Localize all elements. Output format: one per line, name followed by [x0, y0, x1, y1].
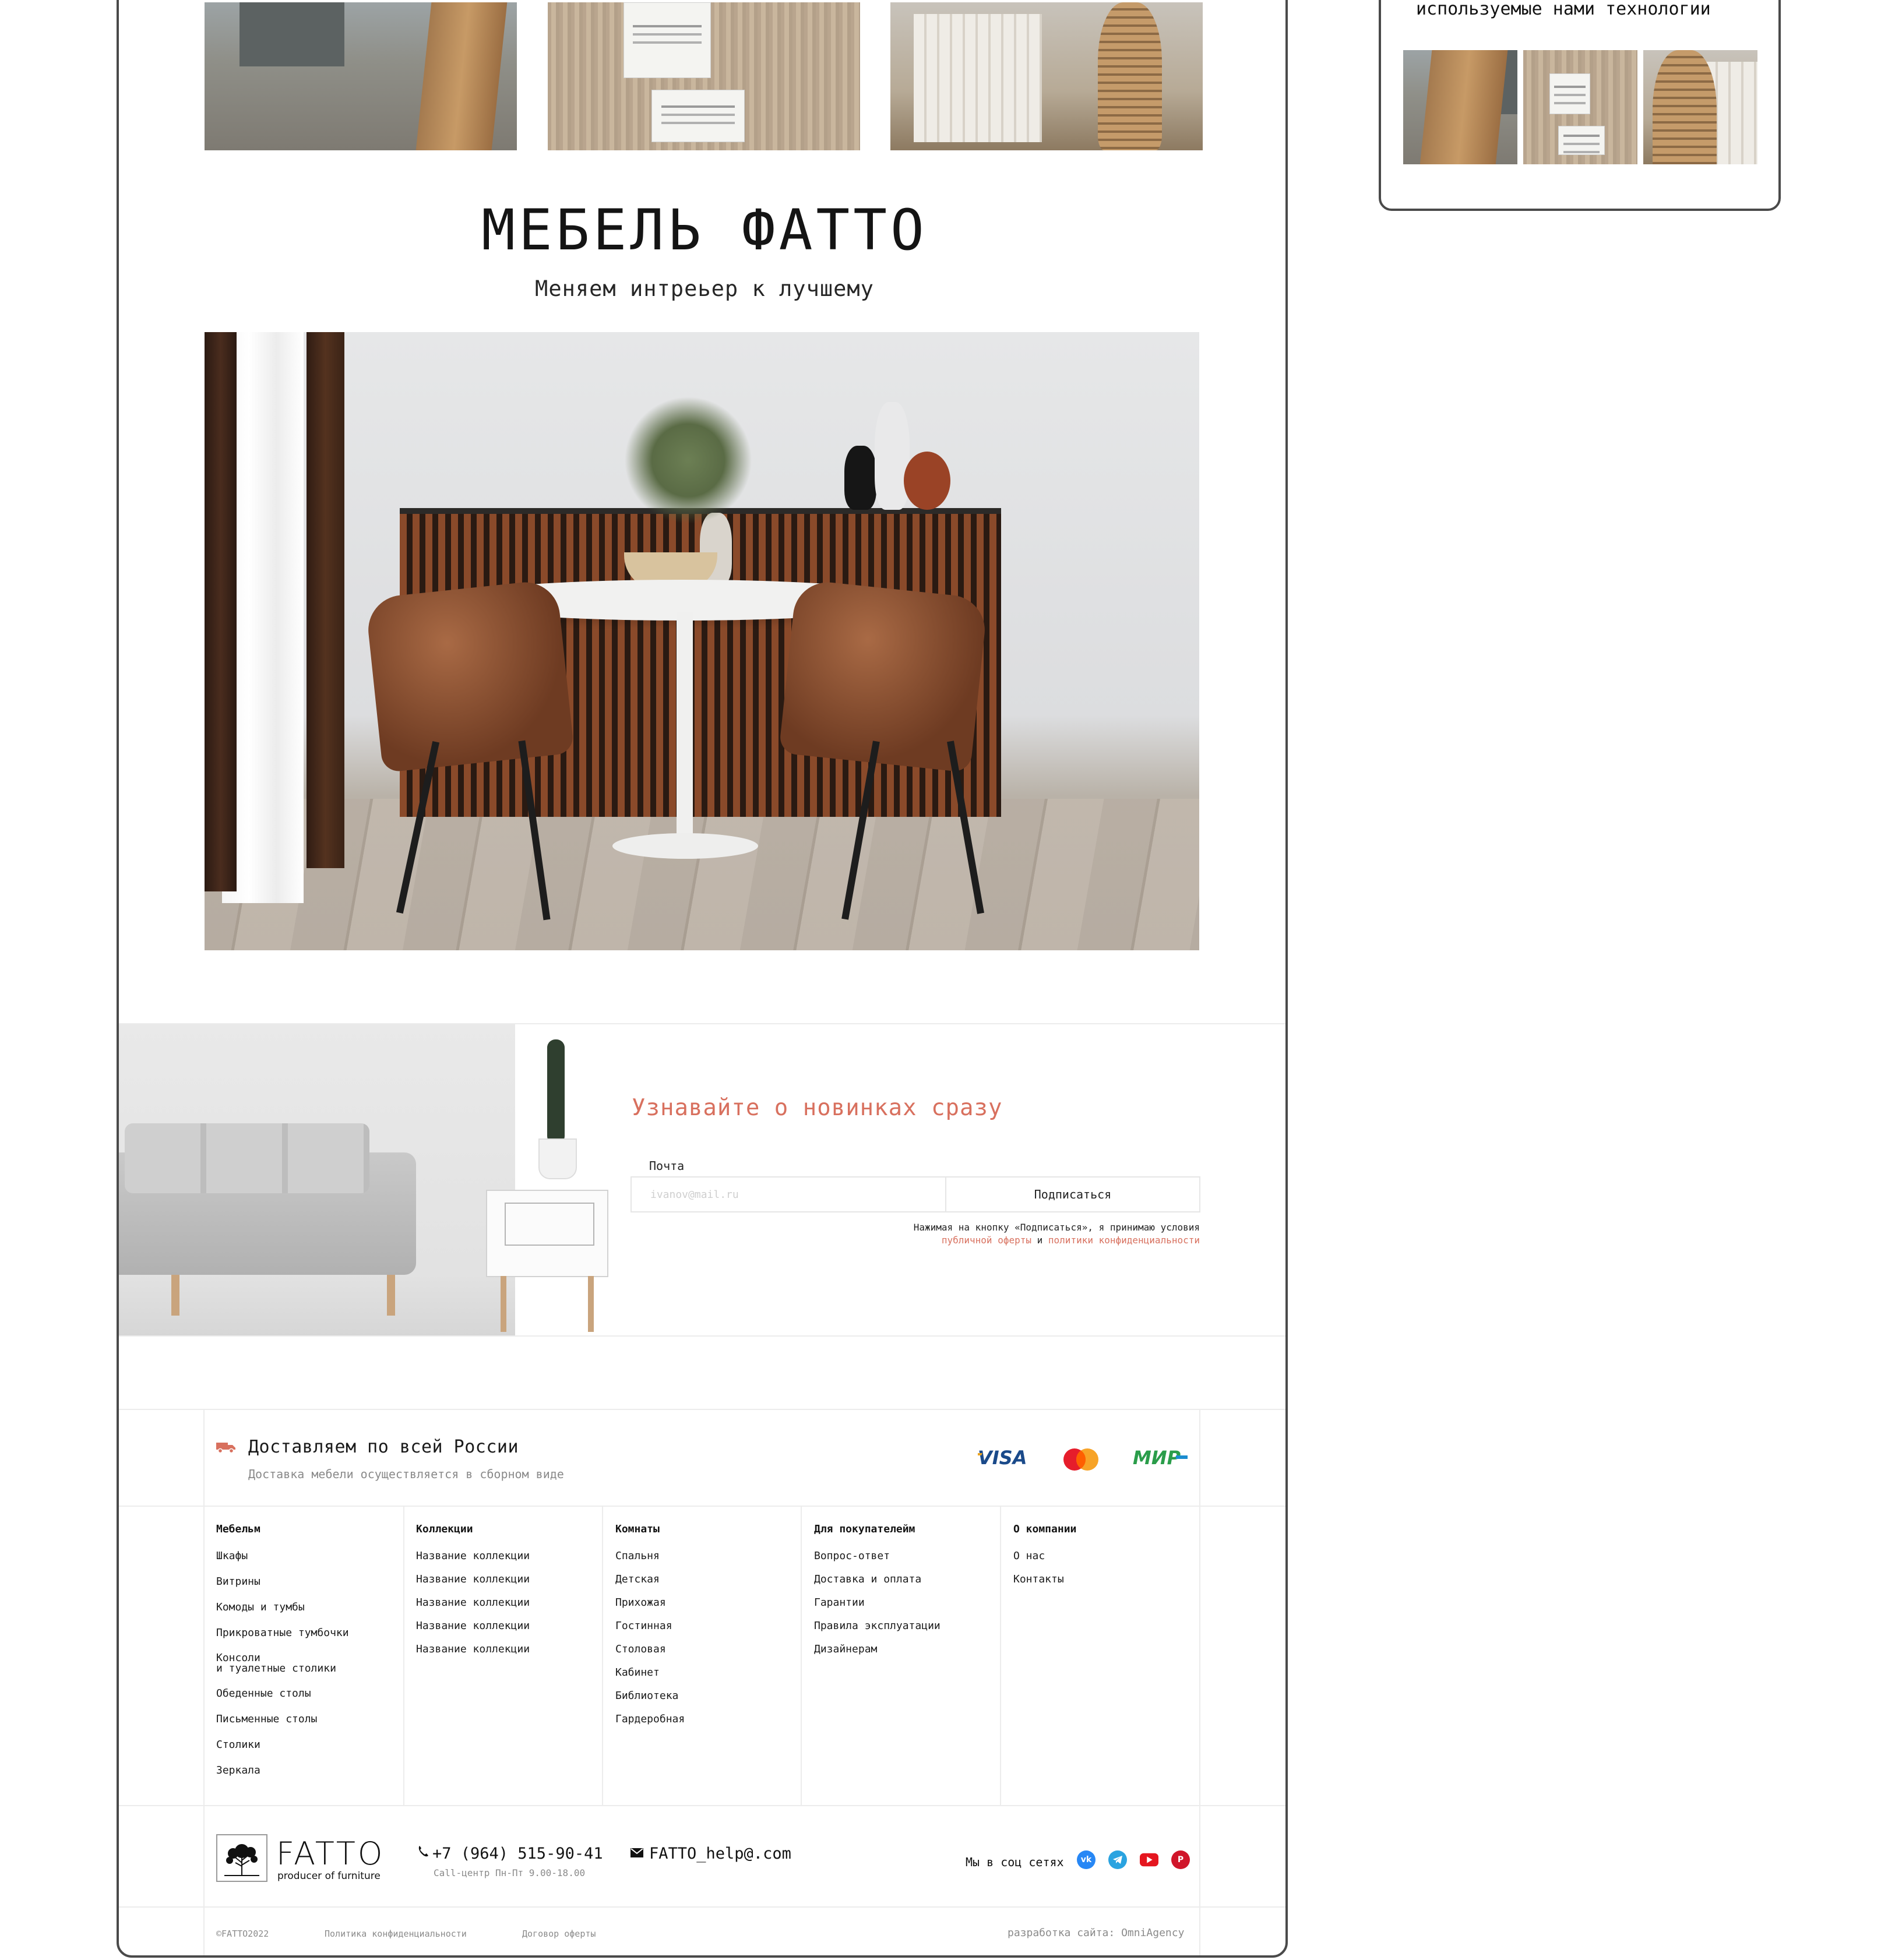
divider — [119, 1506, 1285, 1507]
column-heading: Мебельм — [216, 1523, 260, 1535]
footer-link-wardrobes[interactable]: Шкафы — [216, 1550, 349, 1562]
divider — [119, 1335, 1285, 1337]
support-email[interactable]: FATTO_help@.com — [649, 1845, 791, 1863]
divider — [119, 1409, 1285, 1410]
delivery-subtitle: Доставка мебели осуществляется в сборном… — [248, 1467, 564, 1481]
column-heading: Комнаты — [615, 1523, 660, 1535]
footer-link-dressing-room[interactable]: Гардеробная — [615, 1714, 685, 1725]
footer-column-rooms: Комнаты Спальня Детская Прихожая Гостинн… — [615, 1523, 685, 1737]
divider — [203, 1409, 205, 1955]
footer-link-hallway[interactable]: Прихожая — [615, 1597, 685, 1609]
phone-icon — [418, 1846, 428, 1857]
footer-link-collection[interactable]: Название коллекции — [416, 1574, 530, 1585]
public-offer-link[interactable]: публичной оферты — [942, 1235, 1031, 1246]
workshop-photo-1 — [205, 2, 517, 150]
mastercard-logo-icon — [1063, 1448, 1098, 1471]
footer-link-usage-rules[interactable]: Правила эксплуатации — [814, 1620, 941, 1632]
footer-column-company: О компании О нас Контакты — [1013, 1523, 1076, 1597]
footer-link-library[interactable]: Библиотека — [615, 1690, 685, 1702]
email-label: Почта — [649, 1159, 685, 1173]
footer-link-bedside-tables[interactable]: Прикроватные тумбочки — [216, 1627, 349, 1639]
consent-line: Нажимая на кнопку «Подписаться», я прини… — [913, 1222, 1200, 1233]
sofa-photo — [119, 1024, 515, 1337]
divider — [403, 1506, 404, 1805]
footer-link-showcases[interactable]: Витрины — [216, 1576, 349, 1588]
divider — [1199, 1409, 1200, 1955]
footer-link-faq[interactable]: Вопрос-ответ — [814, 1550, 941, 1562]
workshop-photo-3 — [890, 2, 1203, 150]
privacy-policy-footer-link[interactable]: Политика конфиденциальности — [325, 1929, 467, 1939]
footer-column-collections: Коллекции Название коллекции Название ко… — [416, 1523, 530, 1667]
footer-link-contacts[interactable]: Контакты — [1013, 1574, 1076, 1585]
footer-link-mirrors[interactable]: Зеркала — [216, 1765, 349, 1776]
side-thumb-1[interactable] — [1403, 50, 1517, 164]
newsletter-title: Узнавайте о новинках сразу — [632, 1095, 1003, 1121]
mir-logo-icon: МИР — [1133, 1447, 1188, 1467]
footer-link-study[interactable]: Кабинет — [615, 1667, 685, 1679]
email-field[interactable] — [630, 1176, 945, 1212]
footer-link-collection[interactable]: Название коллекции — [416, 1550, 530, 1562]
hero-dining-room-photo — [205, 332, 1199, 950]
footer-link-collection[interactable]: Название коллекции — [416, 1597, 530, 1609]
svg-text:VISA: VISA — [978, 1447, 1027, 1467]
logo-tagline: producer of furniture — [277, 1870, 381, 1882]
telegram-icon[interactable] — [1108, 1850, 1127, 1869]
offer-contract-link[interactable]: Договор оферты — [522, 1929, 596, 1939]
call-center-hours: Call-центр Пн-Пт 9.00-18.00 — [434, 1867, 586, 1878]
consent-and: и — [1037, 1235, 1043, 1246]
footer-link-dining-room[interactable]: Столовая — [615, 1644, 685, 1655]
column-heading: Для покупателейм — [814, 1523, 915, 1535]
consent-text: Нажимая на кнопку «Подписаться», я прини… — [914, 1221, 1200, 1247]
mail-icon — [630, 1848, 643, 1857]
divider — [119, 1805, 1285, 1806]
footer-link-designers[interactable]: Дизайнерам — [814, 1644, 941, 1655]
pinterest-icon[interactable]: P — [1171, 1850, 1190, 1869]
workshop-photo-2 — [548, 2, 860, 150]
column-heading: О компании — [1013, 1523, 1077, 1535]
side-thumb-2[interactable] — [1523, 50, 1637, 164]
hero-title: МЕБЕЛЬ ФАТТО — [481, 198, 928, 263]
footer-column-buyers: Для покупателейм Вопрос-ответ Доставка и… — [814, 1523, 941, 1667]
truck-icon — [216, 1443, 235, 1453]
privacy-policy-link[interactable]: политики конфиденциальности — [1048, 1235, 1200, 1246]
column-heading: Коллекции — [416, 1523, 473, 1535]
footer-link-dining-tables[interactable]: Обеденные столы — [216, 1688, 349, 1700]
divider — [801, 1506, 802, 1805]
footer-link-about[interactable]: О нас — [1013, 1550, 1076, 1562]
logo-wordmark[interactable]: FATTO — [276, 1835, 385, 1872]
visa-logo-icon: VISA — [978, 1447, 1027, 1467]
footer-link-bedroom[interactable]: Спальня — [615, 1550, 685, 1562]
footer-column-furniture: Мебельм Шкафы Витрины Комоды и тумбы При… — [216, 1523, 349, 1790]
hero-subtitle: Меняем интреьер к лучшему — [535, 276, 874, 301]
divider — [119, 1906, 1285, 1908]
footer-link-delivery-payment[interactable]: Доставка и оплата — [814, 1574, 941, 1585]
copyright: ©FATTO2022 — [216, 1929, 269, 1939]
main-page-frame: МЕБЕЛЬ ФАТТО Меняем интреьер к лучшему У… — [117, 0, 1288, 1958]
footer-link-collection[interactable]: Название коллекции — [416, 1620, 530, 1632]
side-thumb-3[interactable] — [1643, 50, 1757, 164]
nightstand-illustration — [480, 1039, 614, 1332]
divider — [1000, 1506, 1001, 1805]
logo-tree-icon[interactable] — [216, 1834, 267, 1882]
social-label: Мы в соц сетях — [966, 1855, 1064, 1869]
footer-link-small-tables[interactable]: Столики — [216, 1739, 349, 1751]
footer-link-desks[interactable]: Письменные столы — [216, 1714, 349, 1725]
vk-icon[interactable]: vk — [1077, 1850, 1096, 1869]
footer-link-chests[interactable]: Комоды и тумбы — [216, 1602, 349, 1613]
side-card-text: используемые нами технологии — [1416, 0, 1711, 19]
youtube-icon[interactable] — [1140, 1850, 1158, 1869]
developer-credit[interactable]: разработка сайта: OmniAgency — [1008, 1927, 1184, 1939]
subscribe-button[interactable]: Подписаться — [945, 1176, 1200, 1212]
footer-link-living-room[interactable]: Гостинная — [615, 1620, 685, 1632]
footer-link-consoles[interactable]: Консоли и туалетные столики — [216, 1653, 349, 1674]
svg-text:МИР: МИР — [1133, 1447, 1181, 1467]
phone-number[interactable]: +7 (964) 515-90-41 — [432, 1845, 603, 1863]
footer-link-kids-room[interactable]: Детская — [615, 1574, 685, 1585]
divider — [602, 1506, 603, 1805]
footer-link-collection[interactable]: Название коллекции — [416, 1644, 530, 1655]
delivery-title: Доставляем по всей России — [248, 1437, 519, 1457]
footer-link-warranty[interactable]: Гарантии — [814, 1597, 941, 1609]
